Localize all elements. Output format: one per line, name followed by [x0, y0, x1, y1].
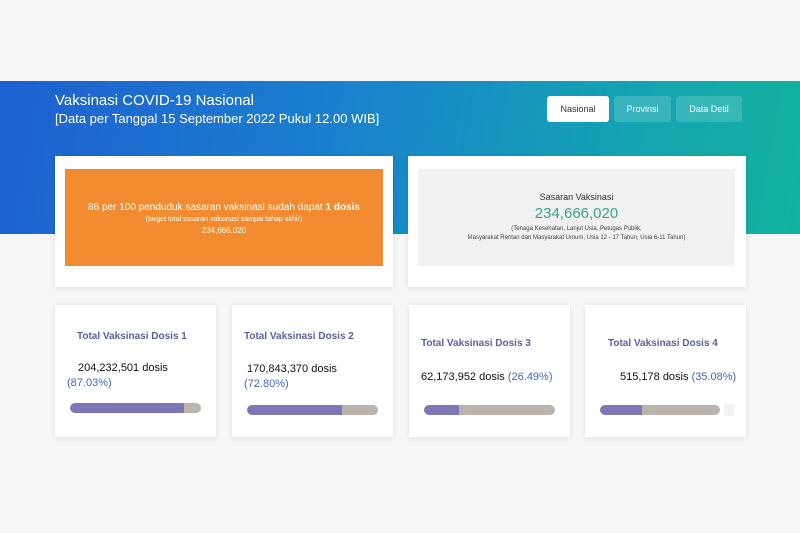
highlight-text: 86 per 100 penduduk sasaran vaksinasi su… [88, 202, 360, 213]
highlight-value: 234,666,020 [201, 226, 247, 235]
dose-3-progress-fill [424, 405, 459, 415]
highlight-note: (target total sasaran vaksinasi sampai t… [145, 216, 303, 223]
highlight-box: 86 per 100 penduduk sasaran vaksinasi su… [65, 169, 383, 266]
page-title: Vaksinasi COVID-19 Nasional [55, 92, 254, 109]
dose-1-value: 204,232,501 dosis (87.03%) [67, 362, 168, 389]
dose-2-progress-bar [247, 405, 378, 415]
dose-2-title: Total Vaksinasi Dosis 2 [244, 331, 354, 342]
target-box: Sasaran Vaksinasi 234,666,020 (Tenaga Ke… [418, 169, 735, 266]
target-desc: (Tenaga Kesehatan, Lanjut Usia, Petugas … [467, 226, 686, 241]
dose-3-value: 62,173,952 dosis (26.49%) [421, 371, 553, 383]
dose-3-progress-bar [424, 405, 555, 415]
dose-1-progress-bar [70, 403, 201, 413]
dose-2-value: 170,843,370 dosis (72.80%) [244, 363, 337, 390]
dose-4-progress-bar [600, 405, 720, 415]
tab-data-detil[interactable]: Data Detil [676, 96, 742, 122]
dose-1-title: Total Vaksinasi Dosis 1 [77, 331, 187, 342]
dose-4-value: 515,178 dosis (35.08%) [620, 371, 737, 383]
target-value: 234,666,020 [534, 205, 619, 222]
dose-4-progress-fill [600, 405, 643, 415]
target-label: Sasaran Vaksinasi [539, 192, 614, 202]
dose-2-progress-fill [247, 405, 343, 415]
tab-nasional[interactable]: Nasional [547, 96, 609, 122]
dose-3-title: Total Vaksinasi Dosis 3 [421, 338, 531, 349]
dose-1-progress-fill [70, 403, 184, 413]
top-blank-area [0, 0, 800, 81]
scroll-stub [724, 404, 734, 416]
page-subtitle: [Data per Tanggal 15 September 2022 Puku… [55, 111, 380, 126]
tab-provinsi[interactable]: Provinsi [614, 96, 671, 122]
dose-4-title: Total Vaksinasi Dosis 4 [608, 338, 718, 349]
highlight-bold: 1 dosis [325, 202, 360, 213]
